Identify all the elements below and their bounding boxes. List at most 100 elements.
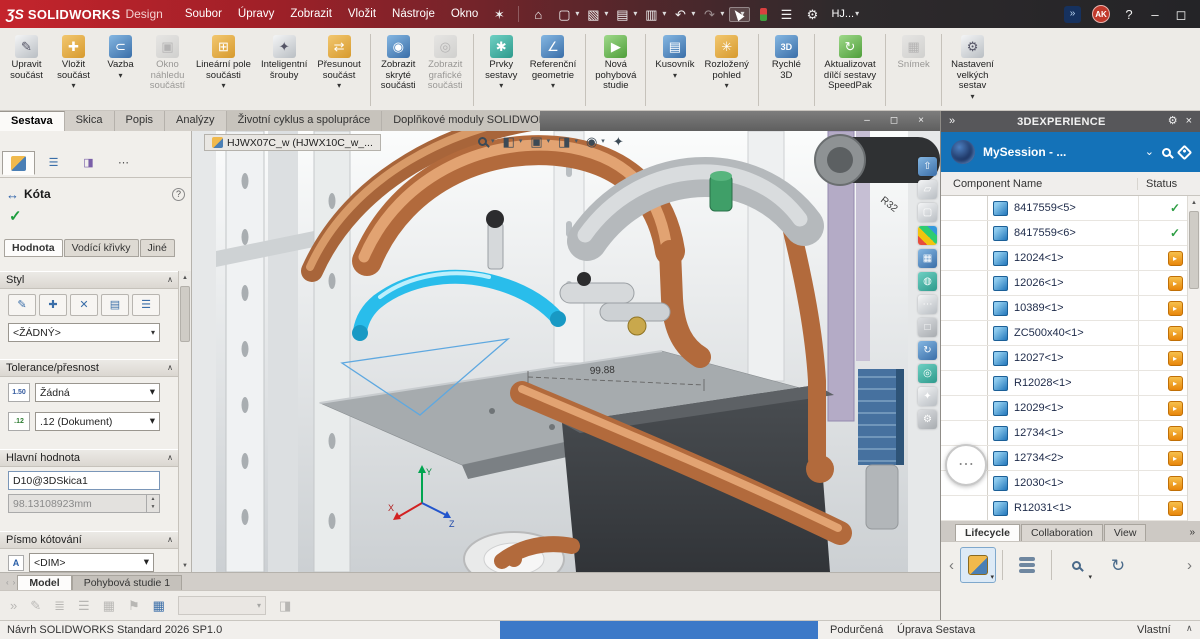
redo-icon[interactable] xyxy=(699,8,719,21)
section-style-header[interactable]: Styl xyxy=(0,271,179,289)
tab-lifecycle[interactable]: Lifecycle xyxy=(955,524,1020,541)
display-options-icon[interactable] xyxy=(279,599,291,612)
dx-document-icon[interactable] xyxy=(918,203,937,222)
style-load-icon[interactable] xyxy=(132,294,160,316)
doc-close-icon[interactable] xyxy=(914,116,928,126)
component-row[interactable]: 8417559<6> xyxy=(941,221,1200,246)
style-delete-icon[interactable] xyxy=(70,294,98,316)
collapse-icon[interactable] xyxy=(167,364,173,372)
menu-okno[interactable]: Okno xyxy=(443,8,487,20)
chevron-down-icon[interactable] xyxy=(1088,574,1092,581)
save-icon[interactable] xyxy=(612,8,632,21)
ribbon-linear-pattern[interactable]: Lineární pole součásti▾ xyxy=(192,32,255,91)
featuremanager-tab[interactable] xyxy=(37,151,70,175)
ribbon-update-speedpak[interactable]: Aktualizovat dílčí sestavy SpeedPak xyxy=(820,32,880,102)
ribbon-smart-fasteners[interactable]: Inteligentní šrouby xyxy=(257,32,311,91)
gear-icon[interactable] xyxy=(1168,116,1178,127)
options-gear-icon[interactable] xyxy=(802,8,822,21)
document-tab[interactable]: HJWX07C_w (HJWX10C_w_... xyxy=(204,134,381,151)
ribbon-bom[interactable]: Kusovník▾ xyxy=(651,32,698,81)
tab-scroll-left-icon[interactable] xyxy=(6,579,9,587)
select-tool-button[interactable] xyxy=(729,7,750,22)
ribbon-component-preview[interactable]: Okno náhledu součástí xyxy=(145,32,190,102)
save-caret-icon[interactable] xyxy=(633,10,637,18)
ribbon-new-motion-study[interactable]: Nová pohybová studie xyxy=(591,32,640,102)
ribbon-quick-3d[interactable]: Rychlé 3D xyxy=(764,32,809,91)
dx-settings-icon[interactable] xyxy=(918,410,937,429)
status-expand-icon[interactable] xyxy=(1186,624,1193,633)
chevron-down-icon[interactable] xyxy=(990,574,994,581)
hide-show-items-icon[interactable] xyxy=(586,135,597,148)
dx-tag-icon[interactable] xyxy=(918,387,937,406)
print-icon[interactable] xyxy=(641,8,661,21)
section-tolerance-header[interactable]: Tolerance/přesnost xyxy=(0,359,179,377)
home-icon[interactable] xyxy=(528,8,548,21)
ribbon-graphics-components[interactable]: Zobrazit grafické součásti xyxy=(423,32,468,102)
view-settings-icon[interactable] xyxy=(613,135,624,148)
style-dropdown[interactable]: <ŽÁDNÝ> xyxy=(8,323,160,342)
collapse-panel-icon[interactable] xyxy=(949,116,955,127)
expand-motionmanager-icon[interactable] xyxy=(10,599,17,612)
help-icon[interactable] xyxy=(1119,8,1139,21)
undo-caret-icon[interactable] xyxy=(691,10,695,18)
list-scrollbar[interactable] xyxy=(1187,196,1200,521)
more-tabs-icon[interactable] xyxy=(1189,528,1195,538)
dx-palette-icon[interactable] xyxy=(918,226,937,245)
menu-vlozit[interactable]: Vložit xyxy=(340,8,384,20)
scroll-up-icon[interactable] xyxy=(1188,196,1200,209)
component-row[interactable]: 12029<1> xyxy=(941,396,1200,421)
menu-upravy[interactable]: Úpravy xyxy=(230,8,282,20)
view-orientation-icon[interactable] xyxy=(530,135,542,148)
scroll-thumb[interactable] xyxy=(180,286,190,342)
ribbon-snapshot[interactable]: Snímek xyxy=(891,32,936,81)
spin-down-icon[interactable] xyxy=(147,504,159,513)
redo-caret-icon[interactable] xyxy=(720,10,724,18)
section-caret-icon[interactable] xyxy=(519,138,523,145)
pm-tab-jine[interactable]: Jiné xyxy=(140,239,175,257)
component-row[interactable]: 12026<1> xyxy=(941,271,1200,296)
component-row[interactable]: R12028<1> xyxy=(941,371,1200,396)
section-view-icon[interactable] xyxy=(503,135,515,148)
pm-tab-hodnota[interactable]: Hodnota xyxy=(4,239,63,257)
ribbon-move-component[interactable]: Přesunout součást▾ xyxy=(313,32,364,91)
dx-folder-icon[interactable] xyxy=(918,180,937,199)
dimension-font-dropdown[interactable]: <DIM> xyxy=(29,553,154,572)
dx-globe-icon[interactable] xyxy=(918,272,937,291)
ribbon-large-assembly-settings[interactable]: Nastavení velkých sestav▾ xyxy=(947,32,998,102)
dimension-value[interactable]: 99.88 xyxy=(590,365,616,377)
macro-toggle-icon[interactable] xyxy=(760,8,767,21)
collapse-icon[interactable] xyxy=(167,454,173,462)
tab-view[interactable]: View xyxy=(1104,524,1147,541)
component-row[interactable]: R12031<1> xyxy=(941,496,1200,521)
document-menu[interactable]: HJ... xyxy=(831,8,860,20)
minimize-icon[interactable] xyxy=(1145,8,1165,21)
open-document-icon[interactable] xyxy=(583,8,603,21)
dx-share-icon[interactable] xyxy=(918,157,937,176)
ribbon-insert-component[interactable]: Vložit součást▾ xyxy=(51,32,96,91)
dx-pin-icon[interactable] xyxy=(918,364,937,383)
panel-scrollbar[interactable] xyxy=(178,271,191,572)
session-title[interactable]: MySession - ... xyxy=(983,145,1137,159)
component-row[interactable]: 8417559<5> xyxy=(941,196,1200,221)
refresh-button[interactable] xyxy=(1100,547,1136,583)
search-3d-button[interactable] xyxy=(1058,547,1094,583)
app-launcher-icon[interactable] xyxy=(1064,6,1081,23)
component-row[interactable]: 12024<1> xyxy=(941,246,1200,271)
orientation-caret-icon[interactable] xyxy=(547,138,551,145)
new-document-icon[interactable] xyxy=(554,8,574,21)
list-icon[interactable] xyxy=(54,599,65,612)
mysession-bar[interactable]: MySession - ... xyxy=(941,132,1200,172)
structure-view-button[interactable] xyxy=(960,547,996,583)
ok-button[interactable] xyxy=(9,209,22,224)
more-tabs-button[interactable] xyxy=(107,151,140,175)
scroll-thumb[interactable] xyxy=(1189,211,1199,289)
zoom-caret-icon[interactable] xyxy=(491,138,495,145)
menu-soubor[interactable]: Soubor xyxy=(177,8,230,20)
ribbon-exploded-view[interactable]: Rozložený pohled▾ xyxy=(701,32,753,91)
ribbon-edit-component[interactable]: Upravit součást xyxy=(4,32,49,91)
configurationmanager-tab[interactable] xyxy=(72,151,105,175)
tab-analyzy[interactable]: Analýzy xyxy=(165,111,227,131)
close-panel-icon[interactable] xyxy=(1186,116,1192,127)
avatar[interactable]: AK xyxy=(1092,5,1110,23)
tab-popis[interactable]: Popis xyxy=(115,111,166,131)
